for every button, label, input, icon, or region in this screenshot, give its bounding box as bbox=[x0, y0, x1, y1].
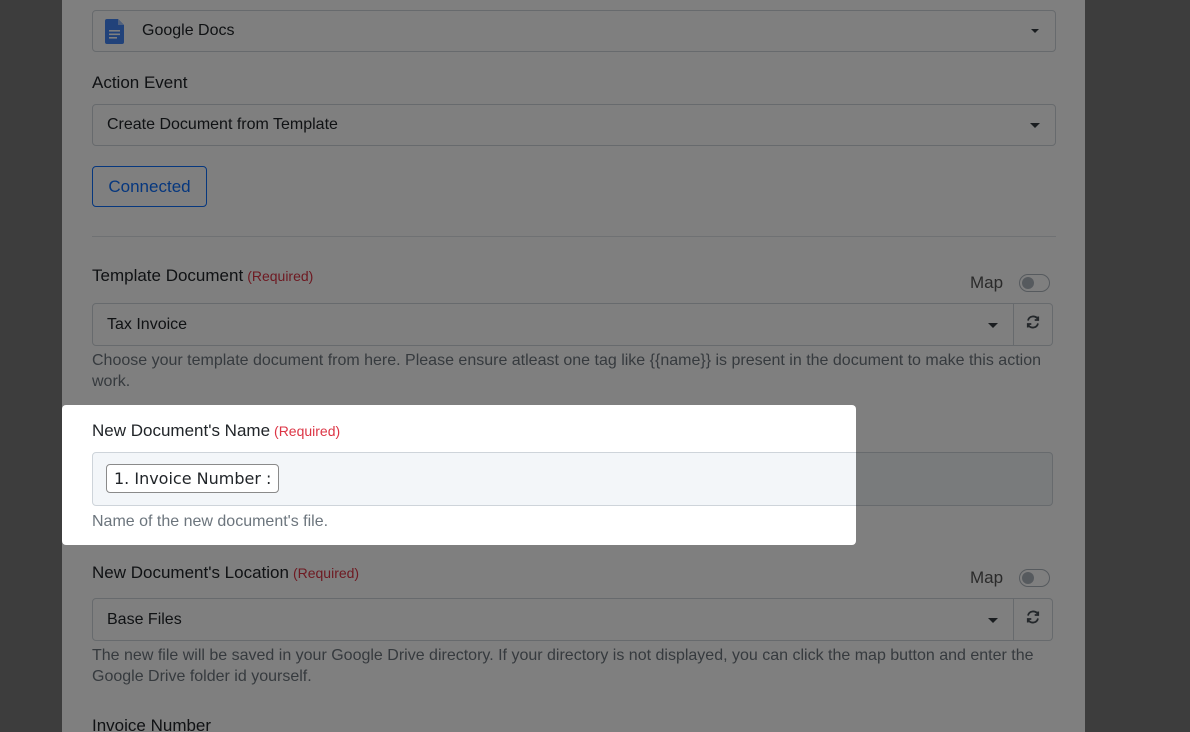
required-indicator: (Required) bbox=[274, 423, 341, 439]
new-document-name-input[interactable]: 1. Invoice Number : bbox=[92, 452, 856, 506]
field-tag[interactable]: 1. Invoice Number : bbox=[106, 464, 280, 493]
new-document-name-section: New Document's Name (Required) 1. Invoice… bbox=[62, 405, 856, 545]
new-document-name-help: Name of the new document's file. bbox=[92, 513, 329, 530]
new-document-name-label-text: New Document's Name bbox=[92, 421, 271, 440]
new-document-name-label: New Document's Name (Required) bbox=[92, 421, 340, 441]
focus-overlay bbox=[0, 0, 1190, 732]
